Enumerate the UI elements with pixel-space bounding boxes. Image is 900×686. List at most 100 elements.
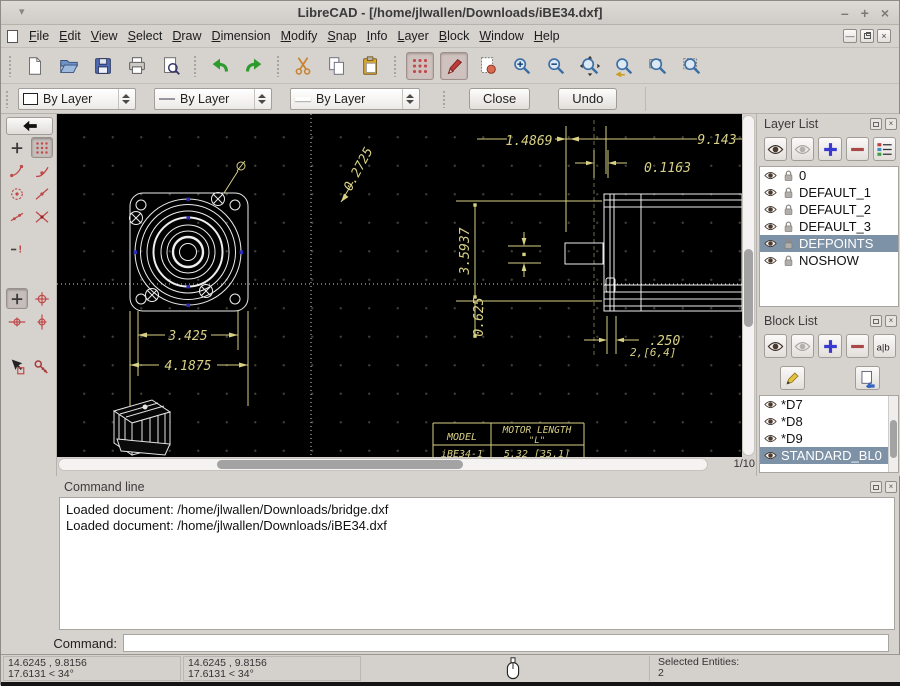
- save-button[interactable]: [89, 52, 117, 80]
- layer-lock-icon[interactable]: [781, 185, 796, 200]
- menu-modify[interactable]: Modify: [276, 26, 323, 46]
- menu-dimension[interactable]: Dimension: [207, 26, 276, 46]
- toolbar-handle[interactable]: [276, 55, 281, 77]
- maximize-button[interactable]: +: [861, 3, 869, 23]
- width-combobox[interactable]: By Layer: [154, 88, 272, 110]
- layer-lock-icon[interactable]: [781, 253, 796, 268]
- layer-row-noshow[interactable]: NOSHOW: [760, 252, 898, 269]
- layer-row-default_3[interactable]: DEFAULT_3: [760, 218, 898, 235]
- snap-free[interactable]: [6, 137, 28, 158]
- layer-visibility-eye-icon[interactable]: [763, 253, 778, 268]
- block-edit-button[interactable]: [780, 366, 805, 390]
- mdi-restore-button[interactable]: [860, 29, 874, 43]
- toolbar-handle[interactable]: [393, 55, 398, 77]
- block-dock-close-icon[interactable]: ×: [885, 315, 897, 327]
- block-visibility-eye-icon[interactable]: [763, 397, 778, 412]
- block-add-button[interactable]: [818, 334, 841, 358]
- menu-file[interactable]: File: [24, 26, 54, 46]
- block-insert-button[interactable]: [855, 366, 880, 390]
- menu-draw[interactable]: Draw: [167, 26, 206, 46]
- combo-spin-arrows[interactable]: [402, 89, 417, 109]
- block-visibility-eye-icon[interactable]: [763, 448, 778, 463]
- paste-button[interactable]: [357, 52, 385, 80]
- print-preview-button[interactable]: [157, 52, 185, 80]
- layer-lock-icon[interactable]: [781, 202, 796, 217]
- layer-lock-icon[interactable]: [781, 168, 796, 183]
- menu-layer[interactable]: Layer: [393, 26, 434, 46]
- layer-row-default_2[interactable]: DEFAULT_2: [760, 201, 898, 218]
- snap-on-entity[interactable]: [31, 160, 53, 181]
- minimize-button[interactable]: –: [841, 3, 849, 23]
- cut-button[interactable]: [289, 52, 317, 80]
- print-button[interactable]: [123, 52, 151, 80]
- block-list-scrollbar[interactable]: [888, 396, 898, 472]
- layer-lock-icon[interactable]: [781, 236, 796, 251]
- title-bar[interactable]: ▾ LibreCAD - [/home/jlwallen/Downloads/i…: [1, 1, 899, 25]
- vscroll-thumb[interactable]: [744, 249, 753, 327]
- hscroll-thumb[interactable]: [217, 460, 463, 469]
- snap-grid[interactable]: [31, 137, 53, 158]
- grid-toggle-button[interactable]: [406, 52, 434, 80]
- toolbar-handle[interactable]: [5, 90, 10, 108]
- block-scroll-thumb[interactable]: [890, 420, 897, 458]
- zoom-pan-button[interactable]: [678, 52, 706, 80]
- draw-order-button[interactable]: [474, 52, 502, 80]
- block-show-all-button[interactable]: [764, 334, 787, 358]
- block-row-d8[interactable]: *D8: [760, 413, 898, 430]
- block-row-d9[interactable]: *D9: [760, 430, 898, 447]
- layer-visibility-eye-icon[interactable]: [763, 236, 778, 251]
- layer-dock-float-icon[interactable]: [870, 118, 882, 130]
- snap-endpoint[interactable]: [6, 160, 28, 181]
- undo-button[interactable]: [206, 52, 234, 80]
- snap-distance[interactable]: [6, 206, 28, 227]
- layer-remove-button[interactable]: [846, 137, 869, 161]
- snap-middle[interactable]: [31, 183, 53, 204]
- unlock-entity-button[interactable]: [31, 356, 53, 377]
- block-dock-float-icon[interactable]: [870, 315, 882, 327]
- layer-row-0[interactable]: 0: [760, 167, 898, 184]
- layer-hide-all-button[interactable]: [791, 137, 814, 161]
- mdi-close-button[interactable]: ×: [877, 29, 891, 43]
- block-rename-button[interactable]: [873, 334, 896, 358]
- menu-view[interactable]: View: [86, 26, 123, 46]
- menu-edit[interactable]: Edit: [54, 26, 86, 46]
- close-action-button[interactable]: Close: [469, 88, 530, 110]
- layer-visibility-eye-icon[interactable]: [763, 185, 778, 200]
- draft-mode-toggle[interactable]: [440, 52, 468, 80]
- redo-button[interactable]: [240, 52, 268, 80]
- color-combobox[interactable]: By Layer: [18, 88, 136, 110]
- zoom-window-button[interactable]: [644, 52, 672, 80]
- horizontal-scrollbar[interactable]: [58, 458, 708, 471]
- combo-spin-arrows[interactable]: [254, 89, 269, 109]
- set-relative-zero[interactable]: [6, 288, 28, 309]
- layer-visibility-eye-icon[interactable]: [763, 168, 778, 183]
- menu-select[interactable]: Select: [123, 26, 168, 46]
- lock-relative-zero[interactable]: [31, 288, 53, 309]
- command-dock-close-icon[interactable]: ×: [885, 481, 897, 493]
- block-visibility-eye-icon[interactable]: [763, 431, 778, 446]
- menu-window[interactable]: Window: [474, 26, 528, 46]
- layer-show-all-button[interactable]: [764, 137, 787, 161]
- block-visibility-eye-icon[interactable]: [763, 414, 778, 429]
- layer-attributes-button[interactable]: [873, 137, 896, 161]
- block-row-standard_bl0[interactable]: STANDARD_BL0: [760, 447, 898, 464]
- toolbar-handle[interactable]: [442, 90, 447, 108]
- mdi-minimize-button[interactable]: —: [843, 29, 857, 43]
- layer-row-default_1[interactable]: DEFAULT_1: [760, 184, 898, 201]
- auto-zoom-button[interactable]: [576, 52, 604, 80]
- document-window-icon[interactable]: [7, 30, 18, 43]
- layer-visibility-eye-icon[interactable]: [763, 219, 778, 234]
- select-entity-button[interactable]: [6, 356, 28, 377]
- zoom-previous-button[interactable]: [610, 52, 638, 80]
- command-history[interactable]: Loaded document: /home/jlwallen/Download…: [59, 497, 895, 630]
- command-input[interactable]: [123, 634, 889, 652]
- snap-center[interactable]: [6, 183, 28, 204]
- menu-block[interactable]: Block: [434, 26, 475, 46]
- zoom-in-button[interactable]: [508, 52, 536, 80]
- menu-info[interactable]: Info: [362, 26, 393, 46]
- back-button[interactable]: [6, 117, 53, 135]
- toolbar-handle[interactable]: [8, 55, 13, 77]
- block-remove-button[interactable]: [846, 334, 869, 358]
- layer-row-defpoints[interactable]: DEFPOINTS: [760, 235, 898, 252]
- layer-dock-close-icon[interactable]: ×: [885, 118, 897, 130]
